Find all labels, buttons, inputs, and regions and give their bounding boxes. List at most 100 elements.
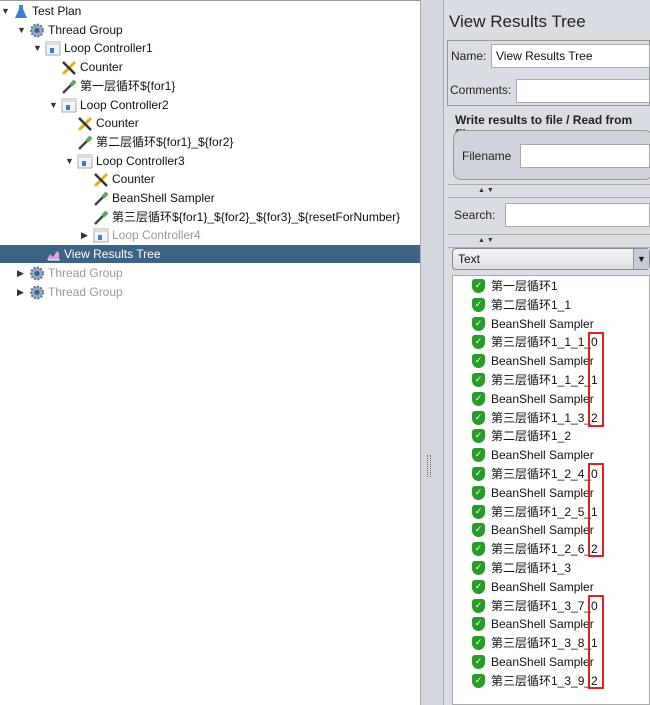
expand-arrow-icon[interactable]: ▼ [1,2,11,20]
panel-title: View Results Tree [449,12,586,31]
test-plan-tree[interactable]: ▼ Test Plan ▼ Thread Group ▼ Loop Controller1… [0,0,420,705]
tree-node[interactable]: 第二层循环${for1}_${for2} [0,133,420,151]
tree-node[interactable]: View Results Tree [0,245,420,264]
tree-node-label: 第三层循环${for1}_${for2}_${for3}_${resetForN… [112,209,401,224]
tree-node-label: 第二层循环${for1}_${for2} [96,134,234,149]
dropper-icon [93,210,109,225]
result-item[interactable]: ✓ 第三层循环1_2_5_1 [453,503,649,521]
divider-grip[interactable] [427,455,431,477]
filename-label: Filename [462,149,512,163]
results-list[interactable]: ✓ 第一层循环1 ✓ 第二层循环1_1 ✓ BeanShell Sampler ✓ 第三层循环… [452,275,650,705]
tree-node[interactable]: Counter [0,170,420,188]
dropper-icon [77,135,93,150]
result-item[interactable]: ✓ 第三层循环1_1_1_0 [453,333,649,351]
result-label: BeanShell Sampler [491,655,594,669]
search-label: Search: [454,208,496,222]
tree-node[interactable]: ▶ Loop Controller4 [0,226,420,244]
expand-arrow-icon[interactable]: ▼ [33,39,43,57]
highlight-box [588,463,604,557]
chevron-down-icon[interactable]: ▼ [633,249,649,269]
result-item[interactable]: ✓ 第三层循环1_3_7_0 [453,597,649,615]
split-arrows-2[interactable]: ▲ ▼ [448,234,650,248]
success-shield-icon: ✓ [472,429,485,444]
flask-icon [13,4,29,19]
result-label: 第三层循环1_3_9_2 [491,673,598,688]
result-item[interactable]: ✓ 第一层循环1 [453,277,649,295]
success-shield-icon: ✓ [472,279,485,293]
renderer-value: Text [458,252,481,266]
tree-node-label: Counter [112,172,155,187]
renderer-select[interactable]: Text ▼ [452,248,650,270]
success-shield-icon: ✓ [472,636,485,651]
result-item[interactable]: ✓ 第三层循环1_3_8_1 [453,634,649,652]
tree-node[interactable]: Counter [0,58,420,76]
wrench-icon [93,172,109,188]
filename-input[interactable] [520,144,650,168]
tree-node[interactable]: 第一层循环${for1} [0,77,420,95]
tree-node[interactable]: ▼ Loop Controller1 [0,39,420,57]
result-label: 第二层循环1_2 [491,429,572,444]
result-item[interactable]: ✓ BeanShell Sampler [453,352,649,370]
success-shield-icon: ✓ [472,354,485,369]
result-item[interactable]: ✓ BeanShell Sampler [453,578,649,596]
tree-node[interactable]: ▶ Thread Group [0,283,420,301]
success-shield-icon: ✓ [472,448,485,463]
result-label: BeanShell Sampler [491,448,594,463]
tree-node[interactable]: Counter [0,114,420,132]
wrench-icon [77,116,93,132]
highlight-box [588,595,604,689]
result-item[interactable]: ✓ BeanShell Sampler [453,653,649,671]
expand-arrow-icon[interactable]: ▼ [17,21,27,39]
tree-node[interactable]: 第三层循环${for1}_${for2}_${for3}_${resetForN… [0,208,420,226]
name-input[interactable]: View Results Tree [491,44,650,68]
result-item[interactable]: ✓ 第三层循环1_2_4_0 [453,465,649,483]
result-item[interactable]: ✓ 第三层循环1_1_3_2 [453,409,649,427]
result-item[interactable]: ✓ BeanShell Sampler [453,615,649,633]
tree-node[interactable]: ▶ Thread Group [0,264,420,282]
result-item[interactable]: ✓ BeanShell Sampler [453,484,649,502]
tree-node-label: Thread Group [48,284,123,299]
gear-icon [29,266,45,281]
result-item[interactable]: ✓ BeanShell Sampler [453,315,649,333]
result-label: BeanShell Sampler [491,354,594,369]
tree-node[interactable]: BeanShell Sampler [0,189,420,207]
result-item[interactable]: ✓ BeanShell Sampler [453,446,649,464]
success-shield-icon: ✓ [472,523,485,538]
expand-arrow-icon[interactable]: ▼ [65,152,75,170]
tree-node[interactable]: ▼ Thread Group [0,21,420,39]
result-item[interactable]: ✓ BeanShell Sampler [453,521,649,539]
result-label: 第三层循环1_2_6_2 [491,542,598,557]
tree-node[interactable]: ▼ Loop Controller2 [0,96,420,114]
result-item[interactable]: ✓ 第二层循环1_1 [453,296,649,314]
collapse-arrow-icon[interactable]: ▶ [17,264,27,282]
search-input[interactable] [505,203,650,227]
tree-node[interactable]: ▼ Test Plan [0,2,420,20]
comments-label: Comments: [450,83,512,97]
loop-controller-icon [45,41,61,56]
comments-input[interactable] [516,79,650,103]
success-shield-icon: ✓ [472,598,485,613]
tree-node[interactable]: ▼ Loop Controller3 [0,152,420,170]
tree-node-label: 第一层循环${for1} [80,78,176,93]
success-shield-icon: ✓ [472,410,485,425]
collapse-arrow-icon[interactable]: ▶ [17,283,27,301]
result-item[interactable]: ✓ 第二层循环1_3 [453,559,649,577]
result-item[interactable]: ✓ 第三层循环1_1_2_1 [453,371,649,389]
success-shield-icon: ✓ [472,335,485,350]
loop-controller-icon [61,98,77,113]
loop-controller-icon [93,228,109,243]
split-pane-divider[interactable] [420,0,444,705]
tree-node-label: BeanShell Sampler [112,191,215,205]
result-item[interactable]: ✓ 第三层循环1_2_6_2 [453,540,649,558]
result-label: 第三层循环1_1_2_1 [491,373,598,387]
result-item[interactable]: ✓ 第二层循环1_2 [453,427,649,445]
result-label: 第二层循环1_3 [491,561,572,575]
expand-arrow-icon[interactable]: ▼ [49,96,59,114]
tree-node-label: Loop Controller3 [96,153,185,168]
result-item[interactable]: ✓ BeanShell Sampler [453,390,649,408]
collapse-arrow-icon[interactable]: ▶ [81,226,91,244]
split-arrows-1[interactable]: ▲ ▼ [448,184,650,198]
wrench-icon [61,60,77,76]
result-item[interactable]: ✓ 第三层循环1_3_9_2 [453,672,649,690]
tree-node-label: Test Plan [32,4,82,18]
